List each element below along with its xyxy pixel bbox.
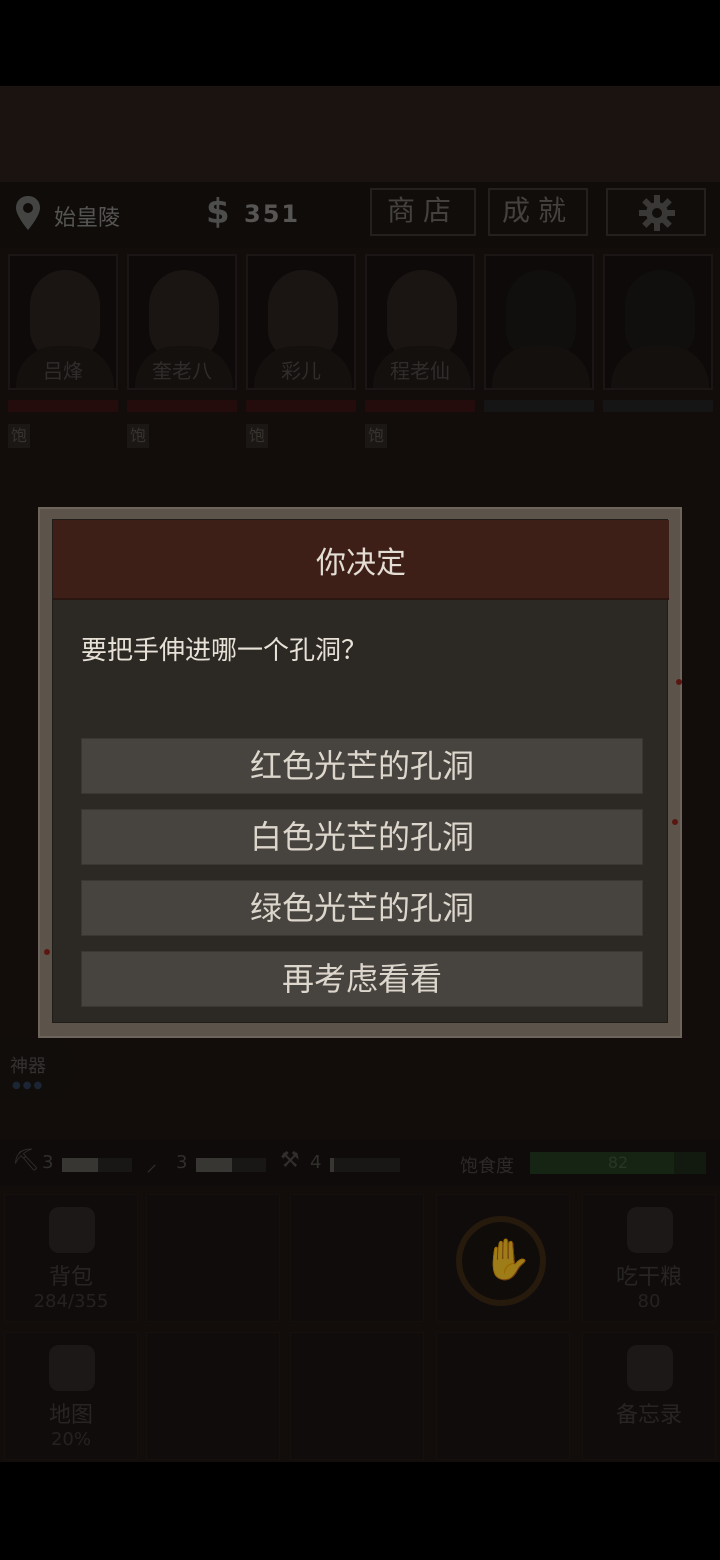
reconsider-button[interactable]: 再考虑看看: [81, 951, 643, 1007]
decision-dialog: 你决定 要把手伸进哪一个孔洞？ 红色光芒的孔洞 白色光芒的孔洞 绿色光芒的孔洞 …: [38, 507, 682, 1038]
option-red-hole-button[interactable]: 红色光芒的孔洞: [81, 738, 643, 794]
option-white-hole-button[interactable]: 白色光芒的孔洞: [81, 809, 643, 865]
dialog-body: 你决定 要把手伸进哪一个孔洞？ 红色光芒的孔洞 白色光芒的孔洞 绿色光芒的孔洞 …: [52, 519, 669, 1023]
dialog-title: 你决定: [316, 546, 406, 581]
system-top-bar: [0, 0, 720, 86]
dialog-header: 你决定: [53, 520, 669, 600]
option-green-hole-button[interactable]: 绿色光芒的孔洞: [81, 880, 643, 936]
dialog-question: 要把手伸进哪一个孔洞？: [81, 636, 368, 666]
game-screen: 始皇陵 $ 351 商店 成就 吕烽 奎老八 彩儿 程老仙 饱 饱 饱 饱 神器…: [0, 86, 720, 1462]
system-nav-bar: [0, 1462, 720, 1560]
